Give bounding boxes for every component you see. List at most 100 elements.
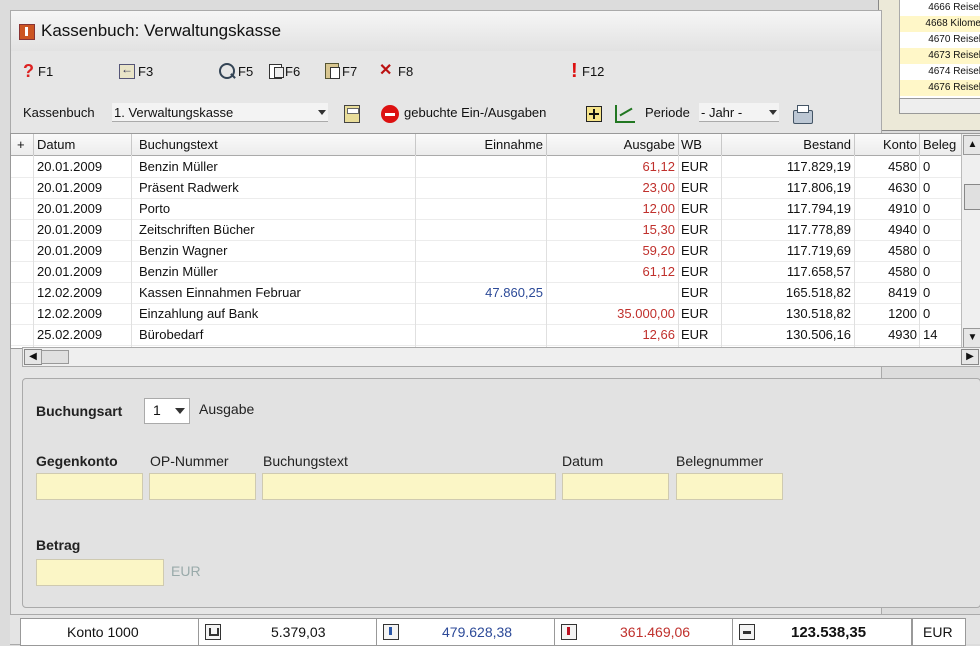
copy-button[interactable]: F6 <box>269 59 300 83</box>
status-currency-text: EUR <box>923 624 953 640</box>
buchungsart-text: Ausgabe <box>199 401 255 417</box>
cell-datum: 12.02.2009 <box>37 306 103 321</box>
delete-button[interactable]: ✕ F8 <box>379 59 413 83</box>
background-list-item[interactable]: 4670 Reisel <box>900 32 980 48</box>
horizontal-scroll-thumb[interactable] <box>41 350 69 364</box>
cell-buchungstext: Benzin Müller <box>139 264 218 279</box>
cell-beleg: 0 <box>923 285 931 300</box>
scroll-up-icon[interactable]: ▲ <box>963 135 980 155</box>
header-konto[interactable]: Konto <box>854 137 917 152</box>
cell-bestand: 130.506,16 <box>785 327 851 342</box>
add-icon[interactable] <box>586 106 602 122</box>
scroll-left-icon[interactable]: ◀ <box>24 349 42 365</box>
status-einnahmen: 479.628,38 <box>376 618 556 646</box>
belegnummer-field[interactable] <box>676 473 783 500</box>
buchungsart-label: Buchungsart <box>36 403 123 419</box>
background-list-item[interactable]: 4666 Reisel <box>900 0 980 16</box>
background-list-item[interactable]: 4673 Reisel <box>900 48 980 64</box>
betrag-field[interactable] <box>36 559 164 586</box>
cell-ausgabe: 35.000,00 <box>617 306 675 321</box>
header-datum[interactable]: Datum <box>37 137 75 152</box>
f7-label: F7 <box>342 63 358 79</box>
kassenbuch-label: Kassenbuch <box>23 105 95 120</box>
scroll-down-icon[interactable]: ▼ <box>963 328 980 348</box>
alert-button[interactable]: ! F12 <box>571 59 604 83</box>
header-einnahme[interactable]: Einnahme <box>415 137 543 152</box>
exclamation-icon: ! <box>571 60 578 82</box>
status-konto-text: Konto 1000 <box>67 624 139 640</box>
chevron-down-icon <box>318 110 326 115</box>
f1-label: F1 <box>38 63 54 79</box>
cell-ausgabe: 23,00 <box>642 180 675 195</box>
table-row[interactable]: 20.01.2009 Benzin Wagner 59,20 EUR 117.719,6… <box>11 240 961 262</box>
cell-konto: 4630 <box>888 180 917 195</box>
status-saldo: 123.538,35 <box>732 618 912 646</box>
scroll-right-icon[interactable]: ▶ <box>961 349 979 365</box>
booked-entries-label[interactable]: gebuchte Ein-/Ausgaben <box>404 105 546 120</box>
vertical-scroll-thumb[interactable] <box>964 184 980 210</box>
booked-filter-icon[interactable] <box>381 105 399 123</box>
cell-wb: EUR <box>681 306 709 321</box>
cell-beleg: 14 <box>923 327 938 342</box>
cell-datum: 20.01.2009 <box>37 222 103 237</box>
table-row[interactable]: 20.01.2009 Zeitschriften Bücher 15,30 EUR 11… <box>11 219 961 241</box>
help-button[interactable]: ? F1 <box>23 59 53 83</box>
f12-label: F12 <box>582 63 605 79</box>
gegenkonto-label: Gegenkonto <box>36 453 118 469</box>
background-list-item[interactable]: 4676 Reisel <box>900 80 980 96</box>
table-row[interactable]: 20.01.2009 Präsent Radwerk 23,00 EUR 117.806… <box>11 177 961 199</box>
header-bestand[interactable]: Bestand <box>721 137 851 152</box>
datum-field[interactable] <box>562 473 669 500</box>
cell-beleg: 0 <box>923 243 931 258</box>
cell-datum: 20.01.2009 <box>37 243 103 258</box>
buchungsart-select[interactable]: 1 <box>144 398 190 424</box>
buchungstext-label: Buchungstext <box>263 453 348 469</box>
cell-bestand: 117.806,19 <box>786 180 851 195</box>
background-list-scrollbar[interactable] <box>899 98 980 114</box>
wallet-icon <box>205 624 221 640</box>
header-beleg[interactable]: Beleg <box>923 137 956 152</box>
kasse-select-value: 1. Verwaltungskasse <box>114 105 234 120</box>
cell-datum: 20.01.2009 <box>37 159 103 174</box>
search-button[interactable]: F5 <box>219 59 253 83</box>
back-button[interactable]: F3 <box>119 59 153 83</box>
horizontal-scrollbar[interactable]: ◀ ▶ <box>22 347 980 367</box>
delete-icon: ✕ <box>379 62 393 79</box>
status-anfang-value: 5.379,03 <box>271 624 326 640</box>
expense-icon <box>561 624 577 640</box>
table-row[interactable]: 20.01.2009 Benzin Müller 61,12 EUR 117.829,1… <box>11 156 961 178</box>
table-row[interactable]: 20.01.2009 Benzin Müller 61,12 EUR 117.658,5… <box>11 261 961 283</box>
op-nummer-field[interactable] <box>149 473 256 500</box>
table-row[interactable]: 25.02.2009 Bürobedarf 12,66 EUR 130.506,16 49… <box>11 324 961 346</box>
table-row[interactable]: 12.02.2009 Kassen Einnahmen Februar 47.860… <box>11 282 961 304</box>
function-key-toolbar: ? F1 F3 F5 F6 F7 ✕ F8 ! F12 <box>11 59 881 83</box>
header-wb[interactable]: WB <box>681 137 702 152</box>
periode-select[interactable]: - Jahr - <box>699 103 779 122</box>
header-expand[interactable]: + <box>17 137 25 152</box>
balance-icon <box>739 624 755 640</box>
background-list-item[interactable]: 4674 Reisel <box>900 64 980 80</box>
buchungstext-field[interactable] <box>262 473 556 500</box>
header-ausgabe[interactable]: Ausgabe <box>546 137 675 152</box>
paste-button[interactable]: F7 <box>325 59 357 83</box>
cell-wb: EUR <box>681 159 709 174</box>
f5-label: F5 <box>238 63 254 79</box>
cell-bestand: 117.658,57 <box>786 264 851 279</box>
chart-icon[interactable] <box>615 105 635 123</box>
cell-konto: 4930 <box>888 327 917 342</box>
background-list-item[interactable]: 4668 Kilome <box>900 16 980 32</box>
window-title: Kassenbuch: Verwaltungskasse <box>41 21 282 40</box>
betrag-currency: EUR <box>171 563 201 579</box>
filter-toolbar: Kassenbuch 1. Verwaltungskasse gebuchte … <box>11 99 881 125</box>
header-buchungstext[interactable]: Buchungstext <box>139 137 218 152</box>
calculator-icon[interactable] <box>344 105 360 123</box>
table-row[interactable]: 12.02.2009 Einzahlung auf Bank 35.000,00 EU… <box>11 303 961 325</box>
chevron-down-icon <box>769 110 777 115</box>
betrag-label: Betrag <box>36 537 81 553</box>
kasse-select[interactable]: 1. Verwaltungskasse <box>112 103 328 122</box>
vertical-scrollbar[interactable]: ▲ ▼ <box>961 134 980 348</box>
table-row[interactable]: 20.01.2009 Porto 12,00 EUR 117.794,19 4910 0 <box>11 198 961 220</box>
print-icon[interactable] <box>793 105 813 124</box>
cell-ausgabe: 15,30 <box>642 222 675 237</box>
gegenkonto-field[interactable] <box>36 473 143 500</box>
